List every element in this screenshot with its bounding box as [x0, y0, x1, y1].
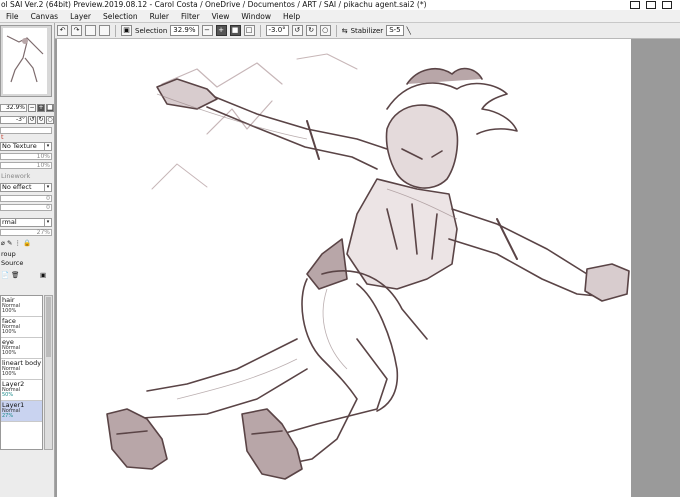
blend-mode-select[interactable]: rmal ▾ [0, 218, 52, 227]
scrollbar-thumb[interactable] [46, 297, 51, 357]
nav-rotate-left-icon[interactable]: ↺ [28, 115, 36, 124]
navigator-preview [3, 28, 47, 94]
new-layer-icon[interactable]: ▣ [40, 271, 46, 279]
maximize-button[interactable] [646, 1, 656, 9]
effect-select[interactable]: No effect ▾ [0, 183, 52, 192]
navigator-thumbnail[interactable] [0, 25, 52, 97]
brush-red-label: t [1, 133, 4, 141]
texture-value: No Texture [2, 142, 37, 150]
rotate-right-icon[interactable]: ↻ [305, 25, 317, 36]
toolbar-divider [335, 24, 337, 37]
nav-rotate-right-icon[interactable]: ↻ [37, 115, 45, 124]
menu-file[interactable]: File [0, 12, 25, 21]
zoom-fit-icon[interactable]: ■ [229, 25, 241, 36]
toolbar-divider [115, 24, 116, 37]
drawing-canvas[interactable] [57, 39, 631, 497]
nav-zoom-fit-icon[interactable]: ■ [46, 103, 54, 112]
effect-val-a: 0 [46, 195, 50, 202]
menu-ruler[interactable]: Ruler [144, 12, 175, 21]
stabilizer-field[interactable]: S-5 [386, 25, 404, 36]
layer-lock-icons[interactable]: ⌀ ✎ ⋮ 🔒 [1, 239, 31, 247]
layer-list: hair Normal 100% face Normal 100% eye No… [0, 295, 43, 450]
menu-filter[interactable]: Filter [175, 12, 206, 21]
effect-slider-a[interactable]: 0 [0, 195, 52, 202]
navigator-zoom-row: 32.9% − + ■ [0, 103, 54, 112]
brush-size-slider[interactable] [0, 127, 52, 134]
layer-item[interactable]: face Normal 100% [1, 317, 42, 338]
layer-opacity: 100% [2, 371, 17, 377]
canvas-workspace[interactable] [55, 39, 680, 497]
nav-rotate-reset-icon[interactable]: ○ [46, 115, 54, 124]
effect-val-b: 0 [46, 204, 50, 211]
main-toolbar: ↶ ↷ ▣ Selection 32.9% − + ■ □ -3.0° ↺ ↻ … [55, 23, 680, 39]
zoom-in-icon[interactable]: + [215, 25, 227, 36]
layer-opacity: 100% [2, 329, 17, 335]
source-label: Source [1, 259, 24, 267]
invert-selection-icon[interactable] [99, 25, 110, 36]
layer-list-scrollbar[interactable] [44, 295, 53, 450]
zoom-field[interactable]: 32.9% [170, 25, 199, 36]
undo-icon[interactable]: ↶ [57, 25, 68, 36]
layer-item[interactable]: hair Normal 100% [1, 296, 42, 317]
menu-selection[interactable]: Selection [97, 12, 144, 21]
menu-layer[interactable]: Layer [64, 12, 97, 21]
chevron-down-icon: ▾ [44, 143, 51, 150]
chevron-down-icon: ▾ [44, 219, 51, 226]
group-label: roup [1, 250, 16, 258]
texture-pct: 10% [36, 153, 50, 160]
effect-value: No effect [2, 183, 32, 191]
layer-item-selected[interactable]: Layer1 Normal 27% [1, 401, 42, 422]
nav-zoom-out-icon[interactable]: − [28, 103, 36, 112]
selection-label: Selection [135, 26, 168, 35]
linework-label: Linework [1, 172, 31, 180]
chevron-down-icon: ▾ [44, 184, 51, 191]
redo-icon[interactable]: ↷ [71, 25, 82, 36]
layer-opacity: 27% [2, 413, 14, 419]
layer-item[interactable]: lineart body Normal 100% [1, 359, 42, 380]
texture-select[interactable]: No Texture ▾ [0, 142, 52, 151]
menu-view[interactable]: View [206, 12, 236, 21]
deselect-icon[interactable] [85, 25, 96, 36]
stabilizer-label: Stabilizer [350, 26, 384, 35]
sketch-artwork [106, 53, 630, 480]
close-button[interactable] [662, 1, 672, 9]
nav-zoom-in-icon[interactable]: + [37, 103, 45, 112]
menu-canvas[interactable]: Canvas [25, 12, 65, 21]
zoom-out-icon[interactable]: − [201, 25, 213, 36]
opacity-value: 27% [36, 229, 50, 236]
layer-item[interactable]: eye Normal 100% [1, 338, 42, 359]
straight-line-icon[interactable]: ╲ [407, 27, 411, 35]
texture-pct-2: 10% [36, 162, 50, 169]
menu-help[interactable]: Help [277, 12, 306, 21]
zoom-reset-icon[interactable]: □ [243, 25, 255, 36]
layer-actions-icons[interactable]: 📄 🗑 [1, 271, 19, 279]
navigator-rotation-row: -3° ↺ ↻ ○ [0, 115, 54, 124]
layer-opacity: 100% [2, 350, 17, 356]
texture-slider-2[interactable]: 10% [0, 162, 52, 169]
texture-slider[interactable]: 10% [0, 153, 52, 160]
selection-toggle-icon[interactable]: ▣ [121, 25, 132, 36]
navigator-sketch-icon [6, 35, 44, 83]
window-controls [630, 1, 672, 9]
menu-window[interactable]: Window [235, 12, 277, 21]
layer-item[interactable]: Layer2 Normal 50% [1, 380, 42, 401]
flip-icon[interactable]: ⇆ [342, 27, 348, 35]
menu-bar: File Canvas Layer Selection Ruler Filter… [0, 10, 680, 23]
window-titlebar: ol SAI Ver.2 (64bit) Preview.2019.08.12 … [0, 0, 680, 10]
opacity-slider[interactable]: 27% [0, 229, 52, 236]
navigator-rotation-field[interactable]: -3° [0, 115, 27, 124]
rotate-reset-icon[interactable]: ○ [319, 25, 331, 36]
rotation-field[interactable]: -3.0° [265, 25, 289, 36]
navigator-zoom-field[interactable]: 32.9% [0, 103, 27, 112]
minimize-button[interactable] [630, 1, 640, 9]
blend-mode-value: rmal [2, 218, 17, 226]
left-panel: 32.9% − + ■ -3° ↺ ↻ ○ t No Texture ▾ 10%… [0, 23, 55, 497]
layer-opacity: 50% [2, 392, 14, 398]
layer-opacity: 100% [2, 308, 17, 314]
effect-slider-b[interactable]: 0 [0, 204, 52, 211]
toolbar-divider [259, 24, 261, 37]
window-title: ol SAI Ver.2 (64bit) Preview.2019.08.12 … [1, 0, 427, 9]
rotate-left-icon[interactable]: ↺ [291, 25, 303, 36]
